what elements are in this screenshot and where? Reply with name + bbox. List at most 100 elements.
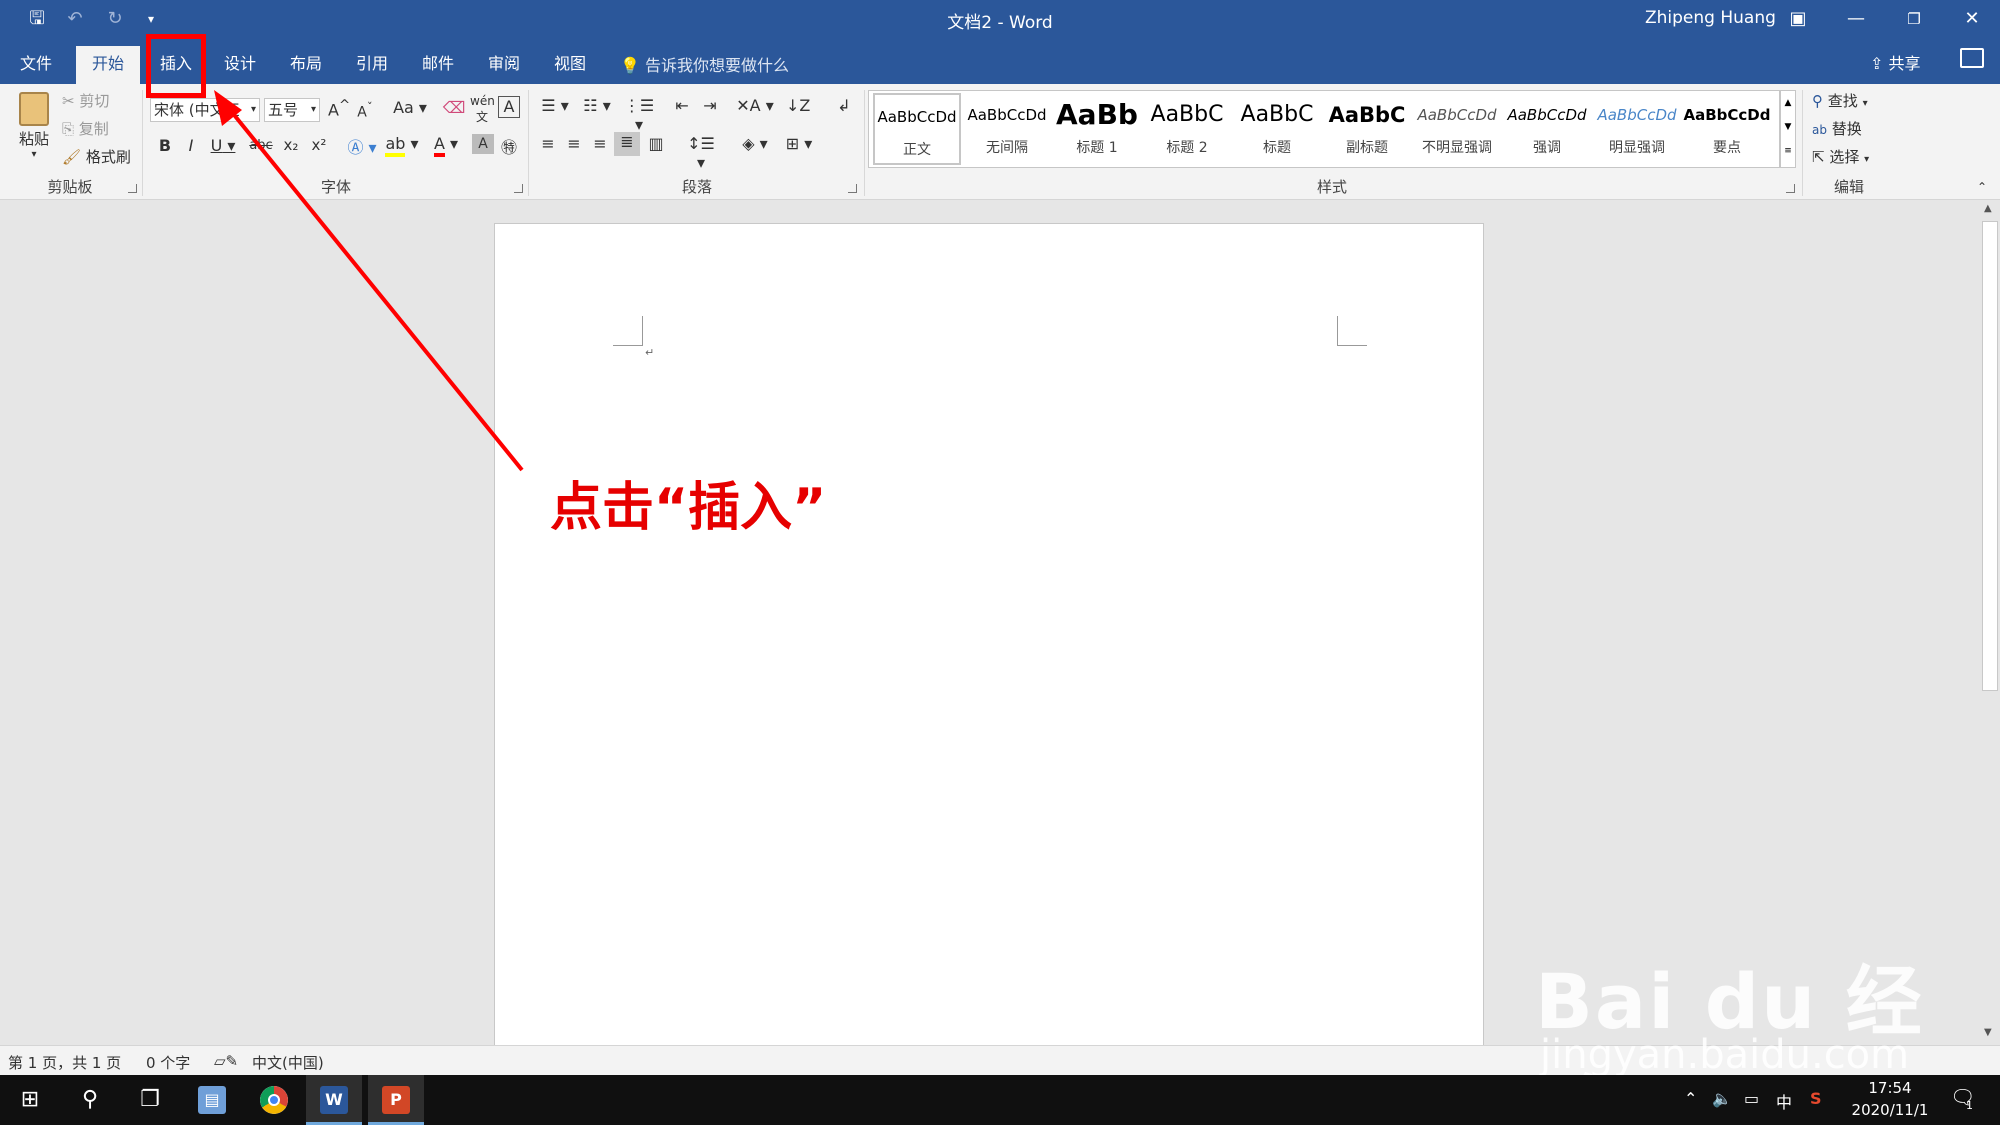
- font-color-icon[interactable]: A ▾: [428, 134, 464, 157]
- file-app-icon[interactable]: ▤: [198, 1086, 226, 1114]
- character-border-icon[interactable]: A: [498, 96, 520, 118]
- character-shading-icon[interactable]: A: [472, 134, 494, 154]
- paragraph-launcher-icon[interactable]: [848, 184, 857, 193]
- search-icon[interactable]: ⚲: [62, 1075, 118, 1125]
- restore-button[interactable]: ❐: [1892, 4, 1936, 34]
- multilevel-list-icon[interactable]: ⋮☰ ▾: [620, 96, 658, 134]
- language-indicator[interactable]: 中文(中国): [252, 1052, 324, 1073]
- italic-button[interactable]: I: [180, 136, 202, 155]
- tab-file[interactable]: 文件: [8, 46, 64, 84]
- borders-icon[interactable]: ⊞ ▾: [780, 134, 818, 153]
- show-marks-icon[interactable]: ↲: [832, 96, 856, 115]
- tab-references[interactable]: 引用: [344, 46, 400, 84]
- bold-button[interactable]: B: [154, 136, 176, 155]
- styles-gallery-scroll[interactable]: ▲ ▼ ≡: [1780, 90, 1796, 168]
- chrome-icon[interactable]: [260, 1086, 288, 1114]
- styles-launcher-icon[interactable]: [1786, 184, 1795, 193]
- page-count[interactable]: 第 1 页，共 1 页: [8, 1052, 121, 1073]
- proofing-icon[interactable]: ▱✎: [214, 1052, 238, 1070]
- shrink-font-button[interactable]: Aˇ: [354, 100, 376, 121]
- style-normal[interactable]: AaBbCcDd 正文: [873, 93, 961, 165]
- user-name[interactable]: Zhipeng Huang: [1645, 8, 1776, 28]
- volume-icon[interactable]: 🔈: [1712, 1089, 1732, 1108]
- clock-time[interactable]: 17:54: [1850, 1079, 1930, 1097]
- tab-design[interactable]: 设计: [212, 46, 268, 84]
- change-case-button[interactable]: Aa ▾: [390, 98, 430, 117]
- font-launcher-icon[interactable]: [514, 184, 523, 193]
- paste-label: 粘贴: [18, 130, 49, 148]
- tab-layout[interactable]: 布局: [278, 46, 334, 84]
- clear-formatting-icon[interactable]: ⌫: [442, 98, 466, 117]
- input-method-indicator[interactable]: 中: [1776, 1089, 1792, 1113]
- underline-button[interactable]: U ▾: [206, 136, 240, 155]
- chevron-down-icon[interactable]: ▼: [1781, 115, 1795, 139]
- minimize-button[interactable]: —: [1834, 4, 1878, 34]
- vertical-scrollbar[interactable]: ▲ ▼: [1980, 201, 2000, 1045]
- grow-font-button[interactable]: A^: [328, 98, 350, 119]
- chinese-layout-icon[interactable]: ✕A ▾: [736, 96, 774, 115]
- align-right-icon[interactable]: ≡: [588, 134, 612, 153]
- style-emphasis[interactable]: AaBbCcDd 强调: [1503, 93, 1591, 165]
- increase-indent-icon[interactable]: ⇥: [698, 96, 722, 115]
- select-button[interactable]: ⇱ 选择 ▾: [1812, 146, 1869, 167]
- superscript-button[interactable]: x²: [306, 136, 332, 154]
- paste-button[interactable]: 粘贴 ▾: [12, 90, 56, 170]
- tell-me-search[interactable]: 💡 告诉我你想要做什么: [620, 52, 789, 76]
- ribbon-display-options-icon[interactable]: ▣: [1776, 4, 1820, 34]
- style-heading-2[interactable]: AaBbC 标题 2: [1143, 93, 1231, 165]
- clock-date[interactable]: 2020/11/1: [1846, 1101, 1934, 1119]
- align-center-icon[interactable]: ≡: [562, 134, 586, 153]
- more-styles-icon[interactable]: ≡: [1781, 139, 1795, 163]
- font-name-combo[interactable]: 宋体 (中文正 ▾: [150, 98, 260, 122]
- network-icon[interactable]: ▭: [1744, 1089, 1759, 1108]
- scrollbar-thumb[interactable]: [1982, 221, 1998, 691]
- comments-icon[interactable]: [1960, 48, 1984, 68]
- tab-review[interactable]: 审阅: [476, 46, 532, 84]
- strikethrough-button[interactable]: abc: [246, 138, 276, 153]
- decrease-indent-icon[interactable]: ⇤: [670, 96, 694, 115]
- powerpoint-taskbar-button[interactable]: P: [368, 1075, 424, 1125]
- find-button[interactable]: ⚲ 查找 ▾: [1812, 90, 1868, 111]
- tab-home[interactable]: 开始: [76, 46, 140, 84]
- word-count[interactable]: 0 个字: [146, 1052, 190, 1073]
- style-title[interactable]: AaBbC 标题: [1233, 93, 1321, 165]
- style-strong[interactable]: AaBbCcDd 要点: [1683, 93, 1771, 165]
- cut-button[interactable]: ✂ 剪切: [62, 90, 109, 111]
- subscript-button[interactable]: x₂: [278, 136, 304, 154]
- word-taskbar-button[interactable]: W: [306, 1075, 362, 1125]
- style-no-spacing[interactable]: AaBbCcDd 无间隔: [963, 93, 1051, 165]
- align-left-icon[interactable]: ≡: [536, 134, 560, 153]
- enclose-characters-icon[interactable]: ㊕: [498, 134, 520, 158]
- close-button[interactable]: ✕: [1950, 4, 1994, 34]
- windows-start-icon[interactable]: ⊞: [2, 1075, 58, 1125]
- style-intense-emphasis[interactable]: AaBbCcDd 明显强调: [1593, 93, 1681, 165]
- tab-mailings[interactable]: 邮件: [410, 46, 466, 84]
- style-heading-1[interactable]: AaBb 标题 1: [1053, 93, 1141, 165]
- phonetic-guide-icon[interactable]: wén 文: [470, 94, 495, 125]
- numbering-icon[interactable]: ☷ ▾: [578, 96, 616, 115]
- show-hidden-icons[interactable]: ⌃: [1684, 1089, 1697, 1108]
- sort-icon[interactable]: ↓Z: [786, 96, 810, 115]
- style-subtitle[interactable]: AaBbC 副标题: [1323, 93, 1411, 165]
- copy-button[interactable]: ⎘ 复制: [62, 118, 109, 139]
- share-button[interactable]: ⇪ 共享: [1870, 50, 1921, 74]
- font-size-combo[interactable]: 五号 ▾: [264, 98, 320, 122]
- bullets-icon[interactable]: ☰ ▾: [536, 96, 574, 115]
- sogou-ime-icon[interactable]: S: [1810, 1089, 1822, 1108]
- chevron-up-icon[interactable]: ▲: [1781, 91, 1795, 115]
- replace-button[interactable]: ab 替换: [1812, 118, 1862, 139]
- collapse-ribbon-icon[interactable]: ⌃: [1972, 180, 1992, 194]
- tab-view[interactable]: 视图: [542, 46, 598, 84]
- task-view-icon[interactable]: ❐: [122, 1075, 178, 1125]
- line-spacing-icon[interactable]: ↕☰ ▾: [682, 134, 720, 172]
- style-subtle-emphasis[interactable]: AaBbCcDd 不明显强调: [1413, 93, 1501, 165]
- format-painter-button[interactable]: 🖌 格式刷: [62, 146, 131, 167]
- highlight-color-icon[interactable]: ab ▾: [384, 134, 420, 157]
- justify-icon[interactable]: ≣: [614, 132, 640, 156]
- text-effects-icon[interactable]: Ⓐ ▾: [344, 134, 380, 158]
- distributed-icon[interactable]: ▥: [644, 134, 668, 153]
- shading-icon[interactable]: ◈ ▾: [736, 134, 774, 153]
- scroll-up-icon[interactable]: ▲: [1984, 203, 1992, 214]
- clipboard-launcher-icon[interactable]: [128, 184, 137, 193]
- document-page[interactable]: ↵: [494, 223, 1484, 1053]
